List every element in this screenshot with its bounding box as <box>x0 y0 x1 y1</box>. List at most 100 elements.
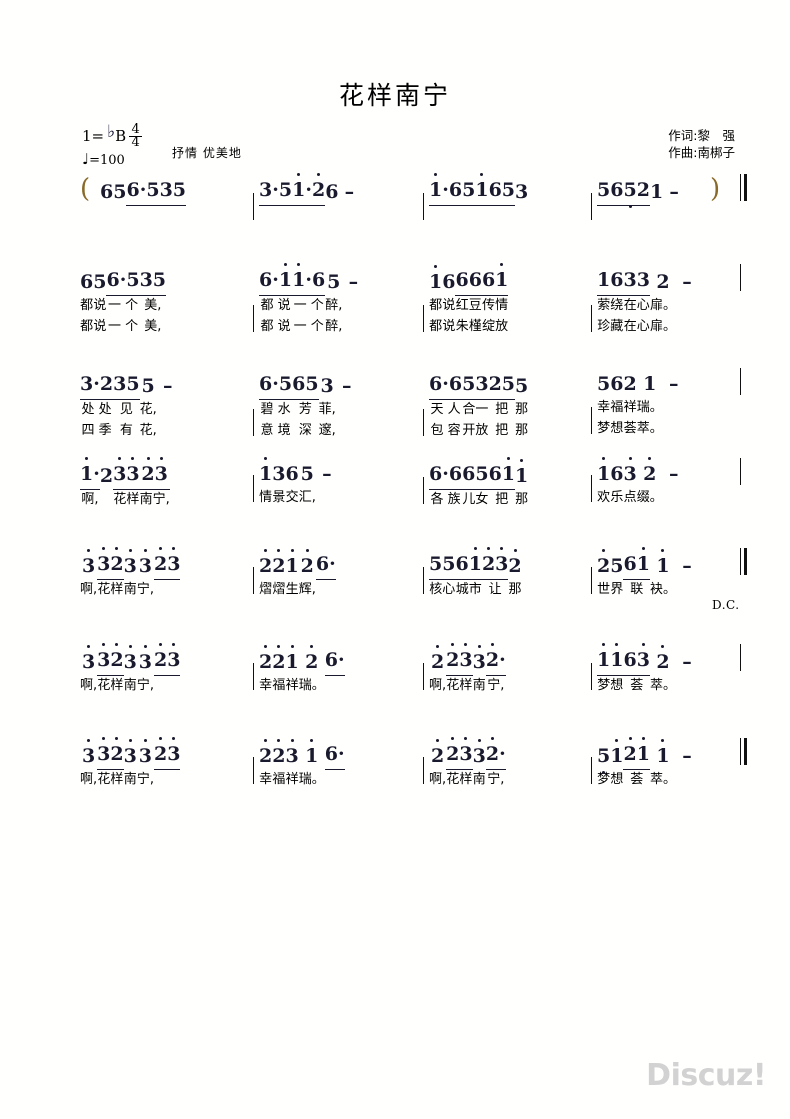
lyric-verse-1: 传情 <box>482 298 509 313</box>
note-cell: 35 美, 美, <box>139 268 167 338</box>
note-group: 3 <box>124 645 137 676</box>
note-cell: 23 花样 <box>446 737 473 790</box>
lyric-verse-1: 联 <box>630 582 644 597</box>
note-cell: 2 扉。 扉。 <box>650 270 676 338</box>
note-group: 1· <box>80 457 100 490</box>
measure: 2 啊, 23 花样 3 南 2· 宁, <box>418 737 506 790</box>
note-group: 55 <box>429 552 456 580</box>
barline <box>253 193 254 220</box>
note-group: 3 <box>473 739 486 770</box>
note-group: 53 <box>462 372 489 400</box>
note-6: 6 <box>442 271 456 293</box>
note-cell: – <box>157 374 179 442</box>
note-2: 2 <box>488 373 502 395</box>
lyric-verse-1 <box>650 206 663 226</box>
note-group: – <box>663 372 685 398</box>
note-group: 1 <box>429 265 443 296</box>
lyric-verse-1: 萦绕 <box>597 298 624 313</box>
note-5: 5 <box>597 373 611 395</box>
note-cell: 5 <box>113 180 126 226</box>
note-group: 1·2 <box>292 173 326 206</box>
note-1: 1 <box>285 549 299 577</box>
lyric-verse-1 <box>338 206 360 226</box>
note-6: 6 <box>259 373 273 395</box>
note-group: 61 <box>488 457 516 490</box>
note-cell: 23 <box>153 737 181 790</box>
note-group: 6 <box>80 270 93 296</box>
note-cell: 1 瑞。 萃。 <box>637 372 663 440</box>
note-5: 5 <box>305 373 319 395</box>
note-group: 3 <box>137 645 154 676</box>
note-cell: 66 红豆 朱槿 <box>455 268 482 338</box>
note-cell: – <box>676 554 698 600</box>
note-group: 1·6 <box>292 263 326 296</box>
measure: 11 梦想 63 荟 2 萃。 – <box>586 643 698 696</box>
lyric-verse-1: 儿女 <box>462 492 489 507</box>
note-6: 6 <box>462 463 476 485</box>
note-group: 1 <box>285 549 299 580</box>
note-cell: 23 <box>153 547 181 600</box>
note-2: 2 <box>311 173 326 201</box>
lyric-verse-1 <box>100 206 113 226</box>
lyric-verse-1: 啊, <box>80 582 98 597</box>
note-cell: 5 那那 <box>515 374 528 442</box>
note-group: 35 <box>159 178 187 206</box>
note-1: 1 <box>429 265 443 293</box>
lyric-verse-1 <box>316 580 336 600</box>
note-cell: 2那 <box>508 549 522 600</box>
note-6: 6 <box>324 743 338 765</box>
note-cell: 53 合一 开放 <box>462 372 489 442</box>
note-3: 3 <box>97 737 111 765</box>
note-cell: 2福 <box>272 645 285 696</box>
note-cell: 3 <box>515 180 528 226</box>
note-group: 6·5 <box>259 372 293 400</box>
note-2: 2 <box>153 547 168 575</box>
note-cell: 5 汇, <box>299 462 316 508</box>
lyric-verse-1: 生 <box>285 582 299 597</box>
note-3: 3 <box>636 269 650 291</box>
note-5: 5 <box>327 271 341 293</box>
note-cell: 35 见有 <box>113 372 140 442</box>
note-group: 5 <box>113 180 126 206</box>
note-1: 1 <box>80 457 94 485</box>
note-2: 2 <box>259 739 273 767</box>
end-barline-wrap-1 <box>736 548 749 579</box>
note-group: 5 <box>515 374 528 400</box>
note-cell: 3南 <box>473 739 486 790</box>
lyric-verse-1 <box>676 580 698 600</box>
note-group: 1 <box>299 739 325 770</box>
note-cell: 3点 <box>623 457 637 508</box>
end-barline <box>740 738 749 765</box>
note-6: 6 <box>488 463 502 485</box>
barline <box>591 475 592 502</box>
note-group: 51 <box>462 173 489 206</box>
note-3: 3 <box>159 179 173 201</box>
sheet-music-page: 花样南宁 1= ♭ B 4 4 ♩=100 抒情 优美地 作词:黎 强 作曲:南… <box>0 0 790 1119</box>
note-cell: 3 啊, <box>80 739 97 790</box>
lyric-verse-1: 瑞。 <box>636 400 663 415</box>
note-group: 52 <box>623 178 650 208</box>
note-group: 3 <box>137 549 154 580</box>
note-2: 2 <box>305 645 319 673</box>
note-group: 2 <box>299 549 316 580</box>
note-group: 1 <box>597 457 610 488</box>
system-end-barline-3 <box>736 644 744 675</box>
lyric-verse-1 <box>676 770 698 790</box>
note-cell: 6·1 都 说都 说 <box>259 263 293 338</box>
lyric-verse-1: 宁, <box>136 678 154 693</box>
note-group: 1 <box>650 549 676 580</box>
lyric-verse-1: 祥 <box>285 772 299 787</box>
note-group: 2 <box>272 549 285 580</box>
lyric-verse-1 <box>113 206 126 226</box>
barline <box>591 193 592 220</box>
note-group: 5 <box>93 270 106 296</box>
note-group: – <box>157 374 179 400</box>
note-cell: 63 荟 <box>623 643 650 696</box>
note-cell: 1 瑞。 <box>299 739 325 790</box>
note-cell: 6· <box>315 552 336 600</box>
note-group: 6 <box>325 180 338 206</box>
note-cell: 2 萃。 <box>650 645 676 696</box>
note-group: 61 <box>455 547 482 580</box>
lyric-verse-1: 啊, <box>429 772 447 787</box>
note-group: – <box>676 744 698 770</box>
